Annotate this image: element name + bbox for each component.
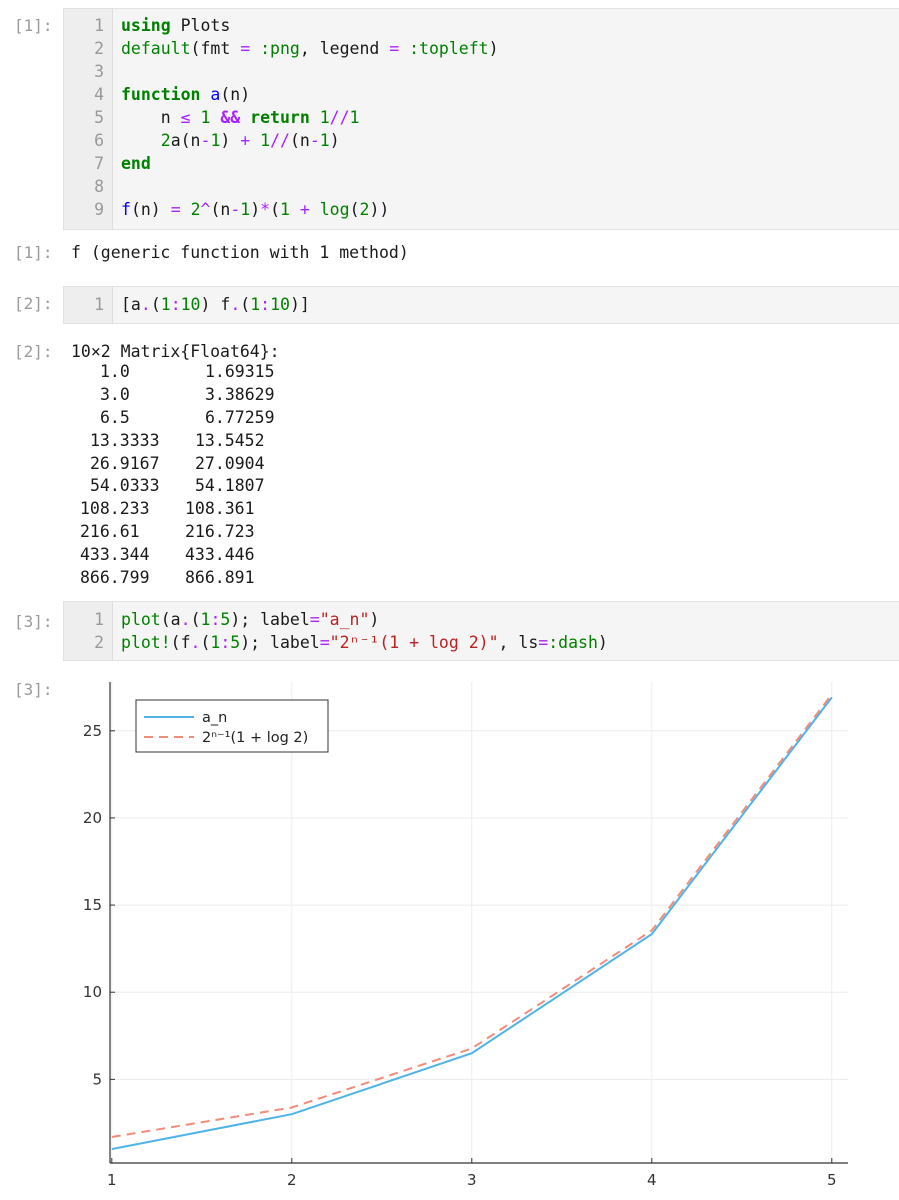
code-cell-2[interactable]: 1 [a.(1:10) f.(1:10)]	[63, 286, 899, 324]
matrix-cell: 3.38629	[205, 384, 275, 404]
grid-lines	[110, 682, 848, 1163]
matrix-cell: 3.0	[100, 384, 130, 404]
input-prompt-2: [2]:	[14, 294, 53, 313]
matrix-cell: 866.891	[185, 568, 255, 588]
code-cell-1[interactable]: 1 using Plots 2 default(fmt = :png, legend…	[63, 8, 899, 230]
axes	[109, 682, 848, 1164]
matrix-cell: 54.0333	[90, 476, 160, 496]
code-line: plot!(f.(1:5); label="2ⁿ⁻¹(1 + log 2)", …	[121, 633, 608, 652]
code-line: plot(a.(1:5); label="a_n")	[121, 610, 380, 629]
code-line: n ≤ 1 && return 1//1	[121, 108, 360, 127]
y-tick-label: 25	[83, 722, 102, 740]
input-prompt-1: [1]:	[14, 16, 53, 35]
code-line: [a.(1:10) f.(1:10)]	[121, 295, 310, 314]
code-cell-3[interactable]: 1 plot(a.(1:5); label="a_n") 2 plot!(f.(1:…	[63, 601, 899, 661]
x-tick-label: 5	[827, 1171, 837, 1189]
matrix-column-1: 1.0 3.0 6.5 13.3333 26.9167 54.0333 108.233 216…	[80, 361, 160, 590]
legend-label-2: 2ⁿ⁻¹(1 + log 2)	[202, 730, 308, 746]
code-line: end	[121, 154, 151, 173]
y-tick-label: 10	[83, 983, 102, 1001]
matrix-cell: 108.233	[80, 499, 150, 519]
y-tick-label: 5	[92, 1070, 102, 1088]
matrix-cell: 6.5	[100, 407, 130, 427]
matrix-cell: 54.1807	[195, 476, 265, 496]
x-tick-label: 3	[467, 1171, 477, 1189]
code-line: function a(n)	[121, 85, 251, 104]
output-prompt-1: [1]:	[14, 243, 53, 262]
x-tick-label: 4	[647, 1171, 657, 1189]
output-text-1: f (generic function with 1 method)	[71, 243, 409, 262]
x-tick-label: 2	[287, 1171, 297, 1189]
matrix-cell: 216.723	[185, 522, 255, 542]
code-line: 2a(n-1) + 1//(n-1)	[160, 131, 340, 150]
matrix-header: 10×2 Matrix{Float64}:	[71, 342, 280, 361]
line-chart: 1 2 3 4 5 5 10 15 20 25 a_n 2ⁿ⁻¹(1 + log 2)	[83, 682, 848, 1189]
matrix-cell: 13.5452	[195, 430, 265, 450]
matrix-cell: 433.344	[80, 545, 150, 565]
code-line: default(fmt = :png, legend = :topleft)	[121, 39, 499, 58]
tick-labels: 1 2 3 4 5 5 10 15 20 25	[83, 722, 837, 1189]
matrix-cell: 27.0904	[195, 453, 265, 473]
input-prompt-3: [3]:	[14, 612, 53, 631]
matrix-cell: 433.446	[185, 545, 255, 565]
matrix-cell: 108.361	[185, 499, 255, 519]
code-line: f(n) = 2^(n-1)*(1 + log(2))	[121, 200, 390, 219]
matrix-cell: 216.61	[80, 522, 140, 542]
x-tick-label: 1	[107, 1171, 117, 1189]
matrix-cell: 1.69315	[205, 362, 275, 381]
matrix-cell: 6.77259	[205, 407, 275, 427]
y-tick-label: 15	[83, 896, 102, 914]
legend: a_n 2ⁿ⁻¹(1 + log 2)	[135, 699, 329, 753]
matrix-column-2: 1.69315 3.38629 6.77259 13.5452 27.0904 54.18…	[185, 361, 275, 590]
output-prompt-2: [2]:	[14, 342, 53, 361]
matrix-cell: 1.0	[100, 362, 130, 381]
matrix-cell: 866.799	[80, 568, 150, 588]
y-tick-label: 20	[83, 809, 102, 827]
matrix-cell: 26.9167	[90, 453, 160, 473]
legend-label-1: a_n	[202, 710, 227, 726]
matrix-cell: 13.3333	[90, 430, 160, 450]
code-line: using Plots	[121, 16, 231, 35]
